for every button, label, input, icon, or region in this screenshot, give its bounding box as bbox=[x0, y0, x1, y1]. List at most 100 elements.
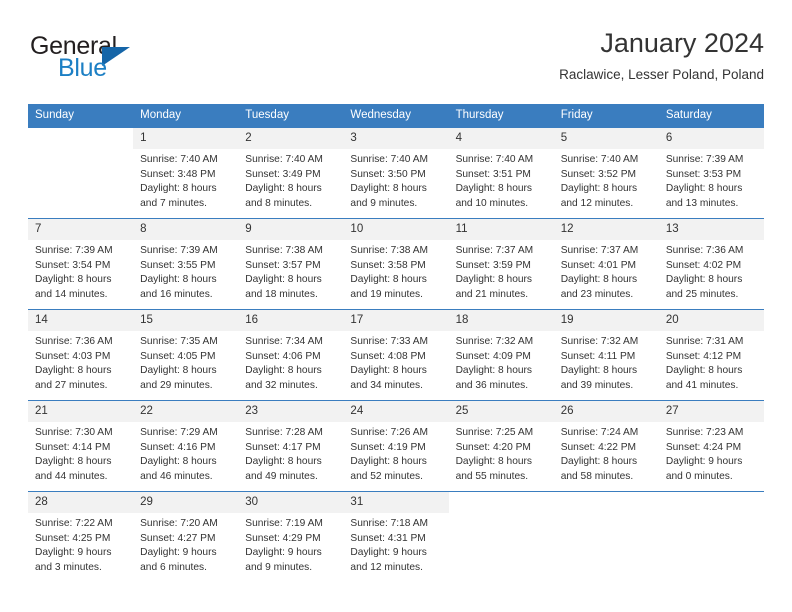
calendar-day-cell[interactable]: 25 Sunrise: 7:25 AM Sunset: 4:20 PM Dayligh… bbox=[448, 400, 554, 492]
sunrise-time: Sunrise: 7:32 AM bbox=[455, 336, 534, 347]
day-sun-info: Sunrise: 7:33 AM Sunset: 4:08 PM Daylight:… bbox=[343, 331, 448, 393]
sunset-time: Sunset: 3:48 PM bbox=[140, 168, 216, 180]
sunrise-time: Sunrise: 7:38 AM bbox=[350, 245, 429, 256]
calendar-day-cell[interactable]: 6 Sunrise: 7:39 AM Sunset: 3:53 PM Daylight… bbox=[658, 127, 764, 219]
calendar-day-cell[interactable]: 3 Sunrise: 7:40 AM Sunset: 3:50 PM Daylight… bbox=[343, 127, 449, 219]
calendar-day-cell[interactable]: 5 Sunrise: 7:40 AM Sunset: 3:52 PM Daylight… bbox=[553, 127, 659, 219]
calendar-week-row: 14 Sunrise: 7:36 AM Sunset: 4:03 PM Dayligh… bbox=[28, 309, 764, 401]
daylight-duration-line1: Daylight: 8 hours bbox=[560, 365, 638, 377]
calendar-day-cell[interactable]: 26 Sunrise: 7:24 AM Sunset: 4:22 PM Dayligh… bbox=[553, 400, 659, 492]
calendar-day-cell[interactable]: 2 Sunrise: 7:40 AM Sunset: 3:49 PM Daylight… bbox=[238, 127, 344, 219]
sunset-time: Sunset: 4:05 PM bbox=[140, 350, 216, 362]
daylight-duration-line2: and 16 minutes. bbox=[140, 288, 213, 300]
calendar-day-cell[interactable]: 17 Sunrise: 7:33 AM Sunset: 4:08 PM Dayligh… bbox=[343, 309, 449, 401]
calendar-day-cell[interactable]: 21 Sunrise: 7:30 AM Sunset: 4:14 PM Dayligh… bbox=[28, 400, 134, 492]
day-sun-info: Sunrise: 7:39 AM Sunset: 3:53 PM Daylight:… bbox=[659, 149, 764, 211]
daylight-duration-line1: Daylight: 8 hours bbox=[560, 274, 638, 286]
weekday-header-monday: Monday bbox=[133, 104, 239, 128]
sunrise-time: Sunrise: 7:39 AM bbox=[140, 245, 218, 256]
calendar-day-cell[interactable]: 18 Sunrise: 7:32 AM Sunset: 4:09 PM Dayligh… bbox=[448, 309, 554, 401]
sunset-time: Sunset: 4:09 PM bbox=[455, 350, 531, 362]
daylight-duration-line1: Daylight: 8 hours bbox=[350, 456, 427, 468]
day-number: 14 bbox=[28, 310, 134, 331]
daylight-duration-line1: Daylight: 8 hours bbox=[140, 274, 217, 286]
daylight-duration-line2: and 13 minutes. bbox=[665, 197, 739, 209]
calendar-day-cell[interactable]: 13 Sunrise: 7:36 AM Sunset: 4:02 PM Dayligh… bbox=[658, 218, 764, 310]
daylight-duration-line1: Daylight: 8 hours bbox=[245, 456, 322, 468]
day-number: 23 bbox=[238, 401, 344, 422]
calendar-day-cell[interactable]: 8 Sunrise: 7:39 AM Sunset: 3:55 PM Daylight… bbox=[133, 218, 239, 310]
sunset-time: Sunset: 4:20 PM bbox=[455, 441, 531, 453]
calendar-day-cell[interactable]: 22 Sunrise: 7:29 AM Sunset: 4:16 PM Dayligh… bbox=[133, 400, 239, 492]
daylight-duration-line2: and 25 minutes. bbox=[665, 288, 739, 300]
calendar-day-cell[interactable]: 28 Sunrise: 7:22 AM Sunset: 4:25 PM Dayligh… bbox=[28, 491, 134, 582]
daylight-duration-line1: Daylight: 8 hours bbox=[35, 456, 112, 468]
calendar-day-cell[interactable]: 14 Sunrise: 7:36 AM Sunset: 4:03 PM Dayligh… bbox=[28, 309, 134, 401]
weekday-header-friday: Friday bbox=[553, 104, 659, 128]
daylight-duration-line1: Daylight: 8 hours bbox=[35, 274, 112, 286]
calendar-day-cell[interactable]: 16 Sunrise: 7:34 AM Sunset: 4:06 PM Dayligh… bbox=[238, 309, 344, 401]
day-number: 12 bbox=[553, 219, 659, 240]
day-number: 30 bbox=[238, 492, 344, 513]
day-sun-info: Sunrise: 7:34 AM Sunset: 4:06 PM Daylight:… bbox=[238, 331, 343, 393]
day-number: 17 bbox=[343, 310, 449, 331]
calendar-day-cell[interactable]: 24 Sunrise: 7:26 AM Sunset: 4:19 PM Dayligh… bbox=[343, 400, 449, 492]
day-sun-info: Sunrise: 7:39 AM Sunset: 3:55 PM Daylight:… bbox=[133, 240, 238, 302]
weekday-header-wednesday: Wednesday bbox=[343, 104, 449, 128]
sunrise-time: Sunrise: 7:32 AM bbox=[560, 336, 639, 347]
daylight-duration-line1: Daylight: 9 hours bbox=[245, 547, 322, 559]
day-number: 7 bbox=[28, 219, 134, 240]
calendar-day-cell[interactable]: 7 Sunrise: 7:39 AM Sunset: 3:54 PM Daylight… bbox=[28, 218, 134, 310]
calendar-day-cell[interactable]: 9 Sunrise: 7:38 AM Sunset: 3:57 PM Daylight… bbox=[238, 218, 344, 310]
calendar-day-cell[interactable]: 15 Sunrise: 7:35 AM Sunset: 4:05 PM Dayligh… bbox=[133, 309, 239, 401]
daylight-duration-line1: Daylight: 8 hours bbox=[560, 456, 638, 468]
sunrise-time: Sunrise: 7:40 AM bbox=[245, 154, 323, 165]
calendar-day-cell[interactable]: 1 Sunrise: 7:40 AM Sunset: 3:48 PM Daylight… bbox=[133, 127, 239, 219]
calendar-page: General Blue January 2024 Raclawice, Les… bbox=[0, 0, 792, 612]
sunset-time: Sunset: 4:14 PM bbox=[35, 441, 111, 453]
calendar-day-cell[interactable]: 20 Sunrise: 7:31 AM Sunset: 4:12 PM Dayligh… bbox=[658, 309, 764, 401]
calendar-day-cell[interactable]: 29 Sunrise: 7:20 AM Sunset: 4:27 PM Dayligh… bbox=[133, 491, 239, 582]
day-number: 16 bbox=[238, 310, 344, 331]
day-sun-info: Sunrise: 7:35 AM Sunset: 4:05 PM Daylight:… bbox=[133, 331, 238, 393]
daylight-duration-line1: Daylight: 9 hours bbox=[665, 456, 743, 468]
calendar-day-cell-empty bbox=[28, 127, 134, 219]
day-sun-info bbox=[28, 149, 133, 153]
sunrise-time: Sunrise: 7:37 AM bbox=[455, 245, 534, 256]
calendar-day-cell[interactable]: 19 Sunrise: 7:32 AM Sunset: 4:11 PM Dayligh… bbox=[553, 309, 659, 401]
page-subtitle: Raclawice, Lesser Poland, Poland bbox=[559, 67, 764, 82]
daylight-duration-line1: Daylight: 8 hours bbox=[665, 365, 743, 377]
daylight-duration-line2: and 39 minutes. bbox=[560, 379, 634, 391]
calendar-day-cell[interactable]: 23 Sunrise: 7:28 AM Sunset: 4:17 PM Dayligh… bbox=[238, 400, 344, 492]
day-number bbox=[658, 492, 764, 513]
calendar-day-cell[interactable]: 31 Sunrise: 7:18 AM Sunset: 4:31 PM Dayligh… bbox=[343, 491, 449, 582]
daylight-duration-line2: and 12 minutes. bbox=[350, 561, 423, 573]
day-sun-info: Sunrise: 7:38 AM Sunset: 3:57 PM Daylight:… bbox=[238, 240, 343, 302]
sunset-time: Sunset: 3:54 PM bbox=[35, 259, 111, 271]
daylight-duration-line2: and 49 minutes. bbox=[245, 470, 318, 482]
day-sun-info: Sunrise: 7:39 AM Sunset: 3:54 PM Daylight:… bbox=[28, 240, 133, 302]
day-sun-info: Sunrise: 7:30 AM Sunset: 4:14 PM Daylight:… bbox=[28, 422, 133, 484]
calendar-day-cell[interactable]: 30 Sunrise: 7:19 AM Sunset: 4:29 PM Dayligh… bbox=[238, 491, 344, 582]
day-sun-info: Sunrise: 7:22 AM Sunset: 4:25 PM Daylight:… bbox=[28, 513, 133, 575]
weekday-header-thursday: Thursday bbox=[448, 104, 554, 128]
brand-logo[interactable]: General Blue bbox=[28, 32, 198, 90]
day-sun-info: Sunrise: 7:37 AM Sunset: 3:59 PM Daylight:… bbox=[449, 240, 554, 302]
daylight-duration-line2: and 27 minutes. bbox=[35, 379, 108, 391]
sunrise-time: Sunrise: 7:31 AM bbox=[665, 336, 744, 347]
calendar-day-cell[interactable]: 11 Sunrise: 7:37 AM Sunset: 3:59 PM Dayligh… bbox=[448, 218, 554, 310]
day-sun-info: Sunrise: 7:40 AM Sunset: 3:48 PM Daylight:… bbox=[133, 149, 238, 211]
day-number: 6 bbox=[658, 128, 764, 149]
daylight-duration-line2: and 58 minutes. bbox=[560, 470, 634, 482]
weekday-header-sunday: Sunday bbox=[28, 104, 134, 128]
sunset-time: Sunset: 3:49 PM bbox=[245, 168, 321, 180]
calendar-day-cell[interactable]: 12 Sunrise: 7:37 AM Sunset: 4:01 PM Dayligh… bbox=[553, 218, 659, 310]
calendar-day-cell[interactable]: 27 Sunrise: 7:23 AM Sunset: 4:24 PM Dayligh… bbox=[658, 400, 764, 492]
brand-name-blue: Blue bbox=[58, 54, 107, 82]
calendar-day-cell[interactable]: 10 Sunrise: 7:38 AM Sunset: 3:58 PM Dayligh… bbox=[343, 218, 449, 310]
calendar-day-cell[interactable]: 4 Sunrise: 7:40 AM Sunset: 3:51 PM Daylight… bbox=[448, 127, 554, 219]
sunset-time: Sunset: 3:57 PM bbox=[245, 259, 321, 271]
daylight-duration-line2: and 19 minutes. bbox=[350, 288, 423, 300]
daylight-duration-line1: Daylight: 8 hours bbox=[245, 365, 322, 377]
day-number: 22 bbox=[133, 401, 239, 422]
